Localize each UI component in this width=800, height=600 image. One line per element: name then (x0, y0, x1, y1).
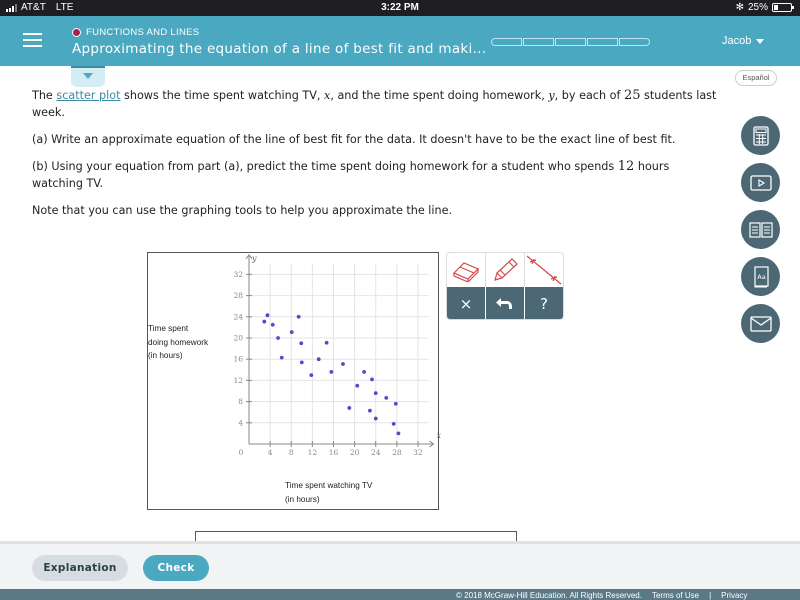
envelope-icon (749, 315, 772, 332)
hamburger-menu-icon[interactable] (23, 33, 42, 47)
action-tools-row: × ? (447, 287, 563, 319)
terms-of-use-link[interactable]: Terms of Use (652, 589, 699, 600)
clock: 3:22 PM (381, 2, 419, 13)
user-name: Jacob (722, 35, 752, 47)
calculator-icon (752, 125, 769, 146)
message-button[interactable] (741, 304, 780, 343)
y-label-line: (in hours) (148, 351, 183, 360)
language-toggle-button[interactable]: Español (735, 70, 777, 86)
bluetooth-icon: ✻ (735, 2, 744, 13)
graph-tool-palette: × ? (446, 252, 564, 320)
undo-button[interactable] (486, 287, 525, 319)
hours-value: 12 (617, 159, 635, 174)
dictionary-button[interactable]: Aa (741, 257, 780, 296)
text: (b) Using your equation from part (a), p… (32, 160, 618, 173)
caret-down-icon (756, 38, 765, 44)
ebook-button[interactable] (741, 210, 780, 249)
progress-segment (523, 38, 554, 46)
progress-segment (619, 38, 650, 46)
text: The (32, 89, 57, 102)
clear-button[interactable]: × (447, 287, 486, 319)
text: , by each of (554, 89, 624, 102)
pencil-icon (494, 258, 518, 281)
graph-area[interactable] (147, 252, 439, 510)
header-collapse-toggle[interactable] (71, 66, 105, 87)
drawing-tools-row (447, 253, 563, 287)
svg-text:Aa: Aa (757, 273, 765, 281)
battery-fill (774, 5, 778, 10)
progress-segment (587, 38, 618, 46)
progress-bar (491, 38, 650, 46)
user-menu[interactable]: Jacob (722, 35, 765, 47)
privacy-link[interactable]: Privacy (721, 589, 747, 600)
line-tool-button[interactable] (525, 253, 563, 287)
text: , and the time spent doing homework, (330, 89, 549, 102)
y-axis-label: Time spent doing homework (in hours) (148, 322, 208, 363)
undo-icon (496, 298, 512, 309)
lesson-title: Approximating the equation of a line of … (72, 41, 487, 57)
topic-text: FUNCTIONS AND LINES (86, 27, 200, 38)
footer-separator: | (709, 591, 712, 600)
open-book-icon (748, 221, 773, 238)
problem-prompt: The scatter plot shows the time spent wa… (32, 87, 722, 229)
progress-segment (555, 38, 586, 46)
prompt-part-b: (b) Using your equation from part (a), p… (32, 158, 722, 192)
x-label-line: (in hours) (285, 494, 320, 504)
side-toolbar: Aa (741, 116, 780, 351)
video-play-icon (749, 174, 772, 191)
text: shows the time spent watching TV, (120, 89, 325, 102)
y-label-line: doing homework (148, 337, 209, 347)
check-button[interactable]: Check (143, 555, 209, 581)
help-button[interactable]: ? (525, 287, 563, 319)
x-label-line: Time spent watching TV (285, 481, 373, 490)
prompt-intro: The scatter plot shows the time spent wa… (32, 87, 722, 121)
status-right: ✻ 25% (735, 2, 794, 13)
dictionary-icon: Aa (753, 265, 769, 287)
progress-segment (491, 38, 522, 46)
eraser-icon (452, 262, 480, 282)
prompt-note: Note that you can use the graphing tools… (32, 204, 453, 217)
prompt-part-a: (a) Write an approximate equation of the… (32, 133, 676, 146)
status-bar: AT&T LTE 3:22 PM ✻ 25% (0, 0, 800, 16)
line-tool-icon (526, 255, 562, 285)
close-icon: × (459, 295, 473, 313)
app-header: FUNCTIONS AND LINES Approximating the eq… (0, 16, 800, 66)
x-axis-label: Time spent watching TV (in hours) (285, 479, 372, 506)
calculator-button[interactable] (741, 116, 780, 155)
video-button[interactable] (741, 163, 780, 202)
battery-percent: 25% (747, 2, 768, 13)
eraser-tool-button[interactable] (447, 253, 486, 287)
help-icon: ? (540, 295, 548, 313)
footer: © 2018 McGraw-Hill Education. All Rights… (0, 589, 800, 600)
y-label-line: Time spent (148, 324, 189, 333)
topic-status-dot (72, 28, 81, 37)
copyright-text: © 2018 McGraw-Hill Education. All Rights… (456, 591, 642, 600)
battery-icon (772, 3, 794, 12)
topic-label: FUNCTIONS AND LINES (72, 27, 199, 38)
pencil-tool-button[interactable] (486, 253, 525, 287)
scatter-plot-link[interactable]: scatter plot (56, 89, 120, 102)
explanation-button[interactable]: Explanation (32, 555, 128, 581)
bottom-action-bar: Explanation Check (0, 541, 800, 589)
student-count: 25 (623, 88, 641, 103)
